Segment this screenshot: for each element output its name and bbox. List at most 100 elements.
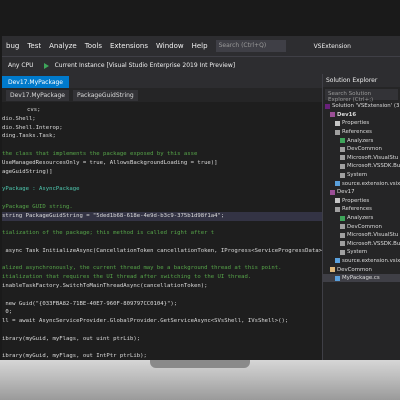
folder-icon [330,267,335,273]
tree-item[interactable]: Dev16 [323,111,400,120]
tree-item[interactable]: DevCommon [323,222,400,231]
tree-item[interactable]: Analyzers [323,214,400,223]
file-icon [335,181,340,187]
tree-item[interactable]: Microsoft.VSSDK.Bu [323,240,400,249]
code-line[interactable]: dio.Shell.Interop; [2,124,63,133]
navigation-bar: Dev17.MyPackage PackageGuidString [2,88,322,102]
tree-item[interactable]: source.extension.vsix [323,257,400,266]
project-dropdown[interactable]: Dev17.MyPackage [6,89,70,101]
tree-item[interactable]: Microsoft.VisualStu [323,154,400,163]
ana-icon [340,215,345,221]
code-line[interactable]: yPackage : AsyncPackage [2,185,79,194]
code-line[interactable]: the class that implements the package ex… [2,150,197,159]
member-dropdown[interactable]: PackageGuidString [73,89,138,101]
code-line[interactable]: cvs; [27,106,40,115]
tree-item[interactable]: Properties [323,197,400,206]
menu-bar: bug Test Analyze Tools Extensions Window Help S… [2,36,400,56]
start-debug-icon[interactable] [43,62,49,69]
code-line[interactable]: async Task InitializeAsync(CancellationT… [2,247,322,256]
code-line[interactable]: itialization that requires the UI thread… [2,273,251,282]
code-line[interactable]: ageGuidString)] [2,168,53,177]
ide-window: bug Test Analyze Tools Extensions Window Help S… [2,36,400,360]
tree-item-label: source.extension.vsix [342,257,400,264]
tree-item-label: DevCommon [347,146,382,153]
code-line[interactable]: dio.Shell; [2,115,36,124]
tree-item-label: System [347,172,368,179]
tree-item-label: source.extension.vsix [342,180,400,187]
ref-icon [340,163,345,169]
sol-icon [325,103,330,109]
ref-icon [335,129,340,135]
tree-item[interactable]: Microsoft.VSSDK.Bu [323,162,400,171]
code-line[interactable]: 0; [2,308,12,317]
proj-icon [330,189,335,195]
code-line[interactable]: ibrary(myGuid, myFlags, out uint ptrLib)… [2,335,140,344]
tree-item-label: Dev16 [337,111,357,118]
menu-item-bug[interactable]: bug [6,42,19,50]
code-line[interactable]: new Guid("{033FBA82-71BE-40E7-960F-80979… [2,300,177,309]
tree-item[interactable]: System [323,171,400,180]
code-editor[interactable]: cvs; dio.Shell; dio.Shell.Interop; ding.Tas… [2,102,322,360]
document-tab-bar: Dev17.MyPackage [2,74,322,88]
code-line[interactable]: ding.Tasks.Task; [2,132,56,141]
menu-item-test[interactable]: Test [27,42,41,50]
menu-item-window[interactable]: Window [156,42,184,50]
tree-item-label: Dev17 [337,189,355,196]
props-icon [335,120,340,126]
tree-item-label: References [342,129,372,136]
tree-item-label: Analyzers [347,215,374,222]
tree-item-label: Properties [342,120,370,127]
laptop-notch [150,360,250,368]
tree-item[interactable]: Analyzers [323,136,400,145]
tree-item[interactable]: Properties [323,119,400,128]
toolbar: Any CPU Current Instance [Visual Studio … [2,56,400,74]
menu-item-help[interactable]: Help [192,42,208,50]
ref-icon [340,172,345,178]
tree-item-label: Microsoft.VSSDK.Bu [347,240,400,247]
code-line[interactable]: string PackageGuidString = "5ded1b68-618… [2,211,322,221]
menu-item-tools[interactable]: Tools [85,42,102,50]
solution-explorer-search[interactable]: Search Solution Explorer (Ctrl+;) [325,89,398,103]
tree-item[interactable]: Microsoft.VisualStu [323,231,400,240]
tree-item-label: Solution 'VSExtension' (3 of 3 [332,103,400,110]
menu-item-extensions[interactable]: Extensions [110,42,148,50]
tree-item[interactable]: References [323,128,400,137]
tree-item[interactable]: source.extension.vsix [323,179,400,188]
laptop: bug Test Analyze Tools Extensions Window Help S… [0,0,400,400]
file-icon [335,275,340,281]
code-line[interactable]: UseManagedResourcesOnly = true, AllowsBa… [2,159,218,168]
tree-item[interactable]: DevCommon [323,145,400,154]
code-line[interactable]: tialization of the package; this method … [2,229,214,238]
tree-item[interactable]: References [323,205,400,214]
tree-item[interactable]: System [323,248,400,257]
ref-icon [340,146,345,152]
tree-item-label: Microsoft.VSSDK.Bu [347,163,400,170]
quick-launch-search[interactable]: Search (Ctrl+Q) [215,40,286,52]
ref-icon [340,155,345,161]
solution-tree: Solution 'VSExtension' (3 of 3Dev16 Prope… [323,102,400,283]
tree-item[interactable]: Solution 'VSExtension' (3 of 3 [323,102,400,111]
code-line[interactable]: alized asynchronously, the current threa… [2,264,282,273]
tree-item-label: DevCommon [347,223,382,230]
tree-item[interactable]: DevCommon [323,265,400,274]
ref-icon [335,206,340,212]
ref-icon [340,249,345,255]
tree-item[interactable]: MyPackage.cs [323,273,400,283]
props-icon [335,198,340,204]
tree-item[interactable]: Dev17 [323,188,400,197]
code-line[interactable]: ll = await AsyncServiceProvider.GlobalPr… [2,317,288,326]
code-line[interactable]: inableTaskFactory.SwitchToMainThreadAsyn… [2,282,207,291]
solution-explorer-title: Solution Explorer [323,74,400,87]
tab-mypackage[interactable]: Dev17.MyPackage [2,76,70,88]
run-target-label[interactable]: Current Instance [Visual Studio Enterpri… [55,62,236,69]
ref-icon [340,232,345,238]
proj-icon [330,112,335,118]
code-line[interactable]: ibrary(myGuid, myFlags, out IntPtr ptrLi… [2,352,147,360]
solution-explorer: Solution Explorer Search Solution Explor… [322,74,400,360]
file-icon [335,258,340,264]
ref-icon [340,241,345,247]
platform-dropdown[interactable]: Any CPU [8,62,34,69]
ref-icon [340,224,345,230]
menu-item-analyze[interactable]: Analyze [49,42,77,50]
code-line[interactable]: yPackage GUID string. [2,203,73,212]
